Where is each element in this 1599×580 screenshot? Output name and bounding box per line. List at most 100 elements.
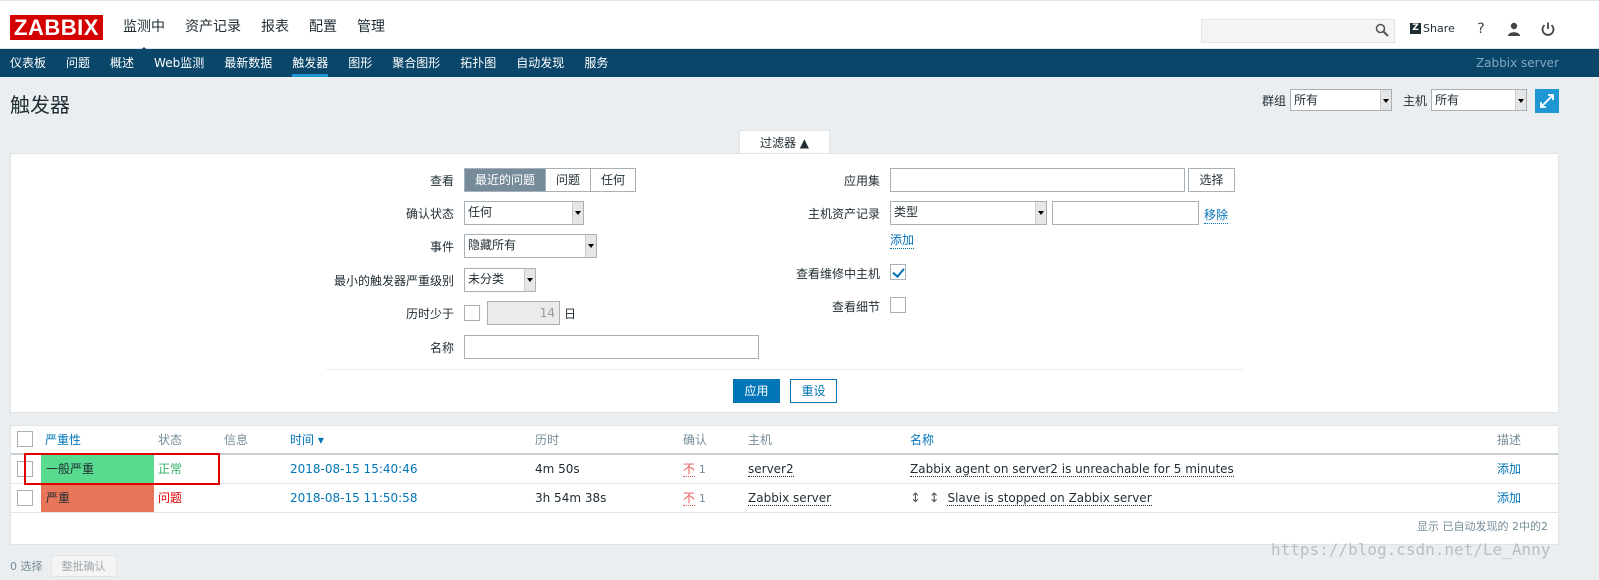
subnav-problems[interactable]: 问题 <box>56 49 100 77</box>
col-time[interactable]: 时间 ▾ <box>290 426 324 454</box>
col-severity[interactable]: 严重性 <box>45 426 81 454</box>
bottom-actions: 0 选择 整批确认 <box>10 555 117 577</box>
server-name: Zabbix server <box>1475 56 1559 70</box>
time-cell[interactable]: 2018-08-15 15:40:46 <box>290 455 417 483</box>
subnav-latest-data[interactable]: 最新数据 <box>214 49 282 77</box>
fullscreen-button[interactable] <box>1535 89 1559 113</box>
select-all-checkbox[interactable] <box>17 431 33 447</box>
col-description: 描述 <box>1497 433 1522 447</box>
trigger-name-link[interactable]: Zabbix agent on server2 is unreachable f… <box>910 462 1234 477</box>
nav-configuration[interactable]: 配置 <box>299 4 347 49</box>
filter-tab[interactable]: 过滤器 ▲ <box>739 130 830 154</box>
host-link[interactable]: Zabbix server <box>748 491 832 506</box>
host-filter: 主机 所有 <box>1403 89 1528 111</box>
filter-panel: 查看 最近的问题 问题 任何 确认状态 任何 事件 隐藏所有 最小的触发器严重级… <box>10 153 1559 413</box>
group-select[interactable]: 所有 <box>1290 89 1393 111</box>
trigger-name-link[interactable]: Slave is stopped on Zabbix server <box>947 491 1152 506</box>
host-cell[interactable]: server2 <box>748 455 794 483</box>
filter-divider <box>326 369 1244 370</box>
sub-nav: 仪表板 问题 概述 Web监测 最新数据 触发器 图形 聚合图形 拓扑图 自动发… <box>0 49 1599 77</box>
view-segmented: 最近的问题 问题 任何 <box>464 168 637 192</box>
power-icon[interactable] <box>1540 21 1556 37</box>
subnav-overview[interactable]: 概述 <box>100 49 144 77</box>
help-icon[interactable]: ? <box>1473 21 1489 37</box>
application-input[interactable] <box>890 168 1185 192</box>
col-host: 主机 <box>748 433 773 447</box>
main-nav: 监测中 资产记录 报表 配置 管理 <box>113 4 395 54</box>
add-description-link[interactable]: 添加 <box>1497 484 1521 512</box>
ack-status-label: 确认状态 <box>405 207 454 221</box>
search-icon[interactable] <box>1375 23 1389 37</box>
view-recent-problems[interactable]: 最近的问题 <box>465 169 547 191</box>
subnav-graphs[interactable]: 图形 <box>338 49 382 77</box>
select-application-button[interactable]: 选择 <box>1188 168 1235 192</box>
min-severity-select[interactable]: 未分类 <box>464 268 536 292</box>
age-input[interactable]: 14 <box>487 301 560 325</box>
user-icon[interactable] <box>1506 21 1522 37</box>
show-maintenance-checkbox[interactable] <box>890 264 906 280</box>
name-cell[interactable]: Zabbix agent on server2 is unreachable f… <box>910 455 1234 483</box>
selected-count: 0 选择 <box>10 560 43 573</box>
host-cell[interactable]: Zabbix server <box>748 484 832 512</box>
col-ack: 确认 <box>683 433 708 447</box>
time-cell[interactable]: 2018-08-15 11:50:58 <box>290 484 417 512</box>
subnav-services[interactable]: 服务 <box>574 49 618 77</box>
dependency-down-icon: ↕ <box>910 491 921 506</box>
share-label: Share <box>1423 22 1455 35</box>
subnav-maps[interactable]: 拓扑图 <box>450 49 506 77</box>
ack-cell[interactable]: 不 1 <box>683 455 706 483</box>
subnav-screens[interactable]: 聚合图形 <box>382 49 450 77</box>
fullscreen-icon <box>1540 94 1554 108</box>
inventory-type-select[interactable]: 类型 <box>890 201 1047 225</box>
share-button[interactable]: Z Share <box>1410 22 1455 35</box>
zabbix-logo[interactable]: ZABBIX <box>10 15 103 40</box>
subnav-discovery[interactable]: 自动发现 <box>506 49 574 77</box>
col-status: 状态 <box>158 433 183 447</box>
name-cell[interactable]: ↕ ↕ Slave is stopped on Zabbix server <box>910 484 1152 512</box>
nav-monitoring[interactable]: 监测中 <box>113 4 175 54</box>
page-title: 触发器 <box>10 93 70 117</box>
triggers-table: 严重性 状态 信息 时间 ▾ 历时 确认 主机 名称 描述 一般严重 正常 20… <box>10 425 1559 545</box>
col-name[interactable]: 名称 <box>910 426 934 454</box>
ack-status-select[interactable]: 任何 <box>464 201 584 225</box>
inventory-value-input[interactable] <box>1052 201 1199 225</box>
view-label: 查看 <box>429 174 454 188</box>
show-maintenance-label: 查看维修中主机 <box>795 267 880 281</box>
nav-administration[interactable]: 管理 <box>347 4 395 49</box>
show-details-checkbox[interactable] <box>890 297 906 313</box>
age-checkbox[interactable] <box>464 305 480 321</box>
ack-no[interactable]: 不 <box>683 462 696 477</box>
ack-no[interactable]: 不 <box>683 491 696 506</box>
subnav-triggers[interactable]: 触发器 <box>282 49 338 77</box>
dependency-up-icon: ↕ <box>928 491 940 506</box>
nav-reports[interactable]: 报表 <box>251 4 299 49</box>
reset-button[interactable]: 重设 <box>790 379 837 403</box>
view-any[interactable]: 任何 <box>591 169 636 191</box>
name-input[interactable] <box>464 335 759 359</box>
nav-inventory[interactable]: 资产记录 <box>175 4 251 49</box>
subnav-dashboard[interactable]: 仪表板 <box>0 49 56 77</box>
name-label: 名称 <box>429 341 454 355</box>
host-label: 主机 <box>1403 93 1428 108</box>
status-cell: 问题 <box>158 491 183 505</box>
host-select[interactable]: 所有 <box>1431 89 1528 111</box>
group-label: 群组 <box>1262 93 1287 108</box>
events-select[interactable]: 隐藏所有 <box>464 234 597 258</box>
ack-count: 1 <box>698 492 706 505</box>
apply-button[interactable]: 应用 <box>733 379 780 403</box>
add-link[interactable]: 添加 <box>890 231 915 249</box>
mass-ack-button[interactable]: 整批确认 <box>50 555 117 577</box>
subnav-web[interactable]: Web监测 <box>144 49 214 77</box>
row-checkbox[interactable] <box>17 490 33 506</box>
table-summary: 显示 已自动发现的 2中的2 <box>1417 520 1548 533</box>
search-input[interactable] <box>1201 19 1395 43</box>
top-header: ZABBIX 监测中 资产记录 报表 配置 管理 Z Share ? <box>0 0 1599 54</box>
severity-cell: 严重 <box>41 484 154 512</box>
highlight-annotation <box>24 453 220 485</box>
remove-link[interactable]: 移除 <box>1204 206 1229 224</box>
col-info: 信息 <box>224 433 249 447</box>
ack-cell[interactable]: 不 1 <box>683 484 706 512</box>
view-problems[interactable]: 问题 <box>546 169 592 191</box>
add-description-link[interactable]: 添加 <box>1497 455 1521 483</box>
host-link[interactable]: server2 <box>748 462 794 477</box>
